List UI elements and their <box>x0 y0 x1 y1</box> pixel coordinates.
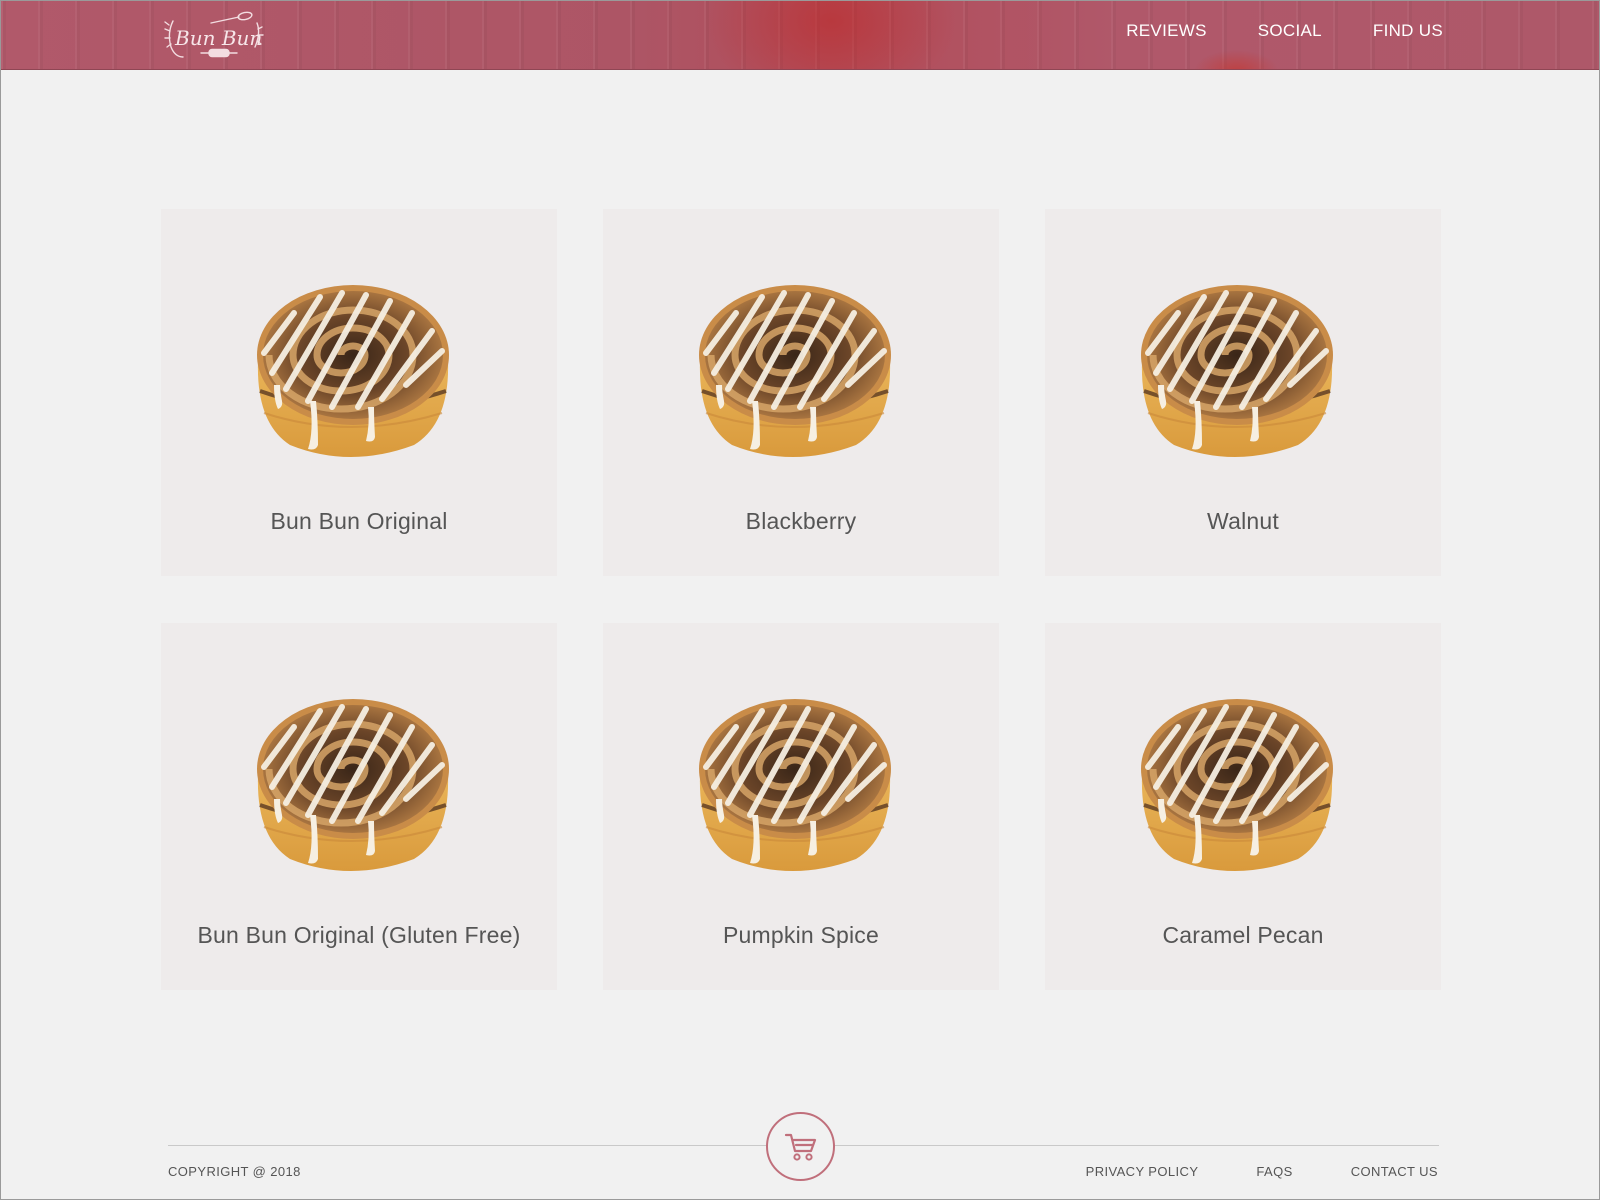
product-card-caramel-pecan[interactable]: Caramel Pecan <box>1045 623 1441 990</box>
faqs-link[interactable]: FAQS <box>1256 1164 1292 1179</box>
cinnamon-roll-image <box>692 687 896 877</box>
cart-button[interactable] <box>766 1112 835 1181</box>
shopping-cart-icon <box>784 1133 816 1161</box>
product-title: Blackberry <box>745 508 857 534</box>
nav-social[interactable]: SOCIAL <box>1258 21 1322 41</box>
main-nav: REVIEWS SOCIAL FIND US <box>1126 21 1443 41</box>
nav-find-us[interactable]: FIND US <box>1373 21 1443 41</box>
nav-reviews[interactable]: REVIEWS <box>1126 21 1207 41</box>
site-header: Bun Bun REVIEWS SOCIAL FIND US <box>1 1 1599 70</box>
logo-mark: Bun Bun <box>164 11 264 58</box>
product-title: Pumpkin Spice <box>722 922 879 948</box>
product-title: Bun Bun Original (Gluten Free) <box>197 922 521 948</box>
cinnamon-roll-image <box>250 687 454 877</box>
cinnamon-roll-image <box>692 273 896 463</box>
product-card-bun-bun-original[interactable]: Bun Bun Original <box>161 209 557 576</box>
cinnamon-roll-image <box>250 273 454 463</box>
svg-text:Bun Bun: Bun Bun <box>174 26 262 50</box>
contact-us-link[interactable]: CONTACT US <box>1351 1164 1438 1179</box>
product-card-pumpkin-spice[interactable]: Pumpkin Spice <box>603 623 999 990</box>
cinnamon-roll-image <box>1134 273 1338 463</box>
product-grid: Bun Bun Original Blackberry Walnut Bun B… <box>161 209 1442 990</box>
bun-bun-logo[interactable]: Bun Bun <box>161 11 267 61</box>
product-title: Caramel Pecan <box>1162 922 1324 948</box>
product-card-blackberry[interactable]: Blackberry <box>603 209 999 576</box>
cinnamon-roll-image <box>1134 687 1338 877</box>
product-card-walnut[interactable]: Walnut <box>1045 209 1441 576</box>
product-card-gluten-free[interactable]: Bun Bun Original (Gluten Free) <box>161 623 557 990</box>
product-title: Walnut <box>1207 508 1279 534</box>
privacy-policy-link[interactable]: PRIVACY POLICY <box>1086 1164 1199 1179</box>
footer-links: PRIVACY POLICY FAQS CONTACT US <box>1086 1164 1438 1179</box>
product-title: Bun Bun Original <box>270 508 448 534</box>
copyright-text: COPYRIGHT @ 2018 <box>168 1164 301 1179</box>
